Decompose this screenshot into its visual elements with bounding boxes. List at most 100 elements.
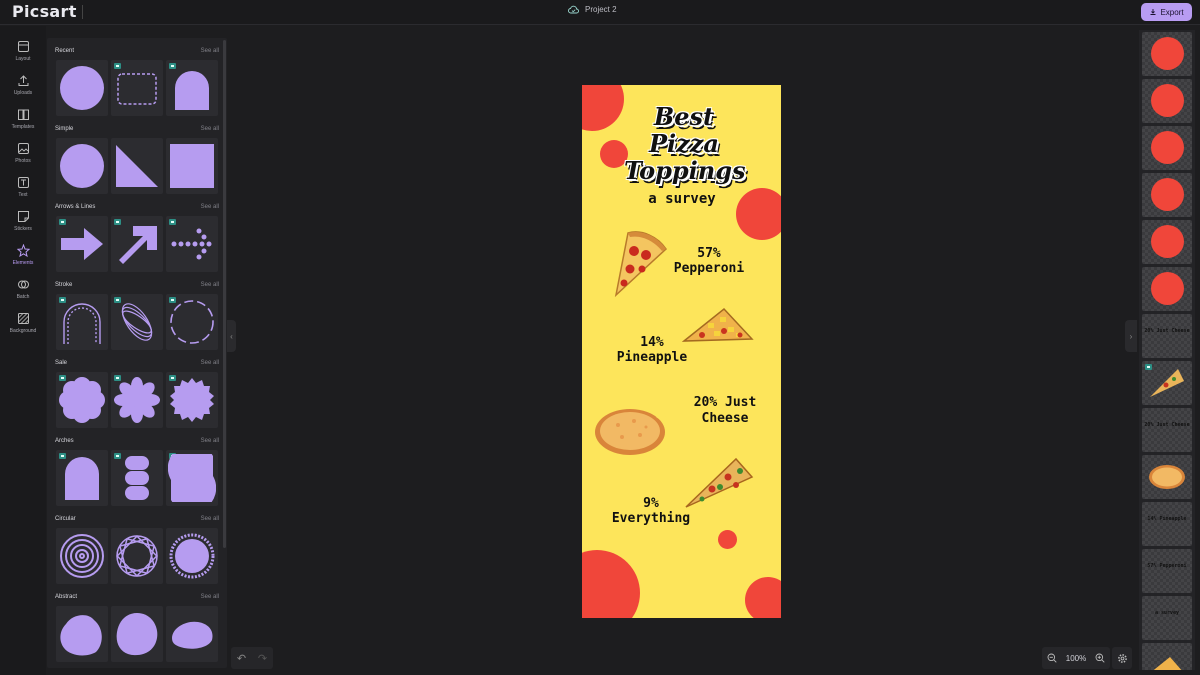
- see-all-stroke[interactable]: See all: [201, 282, 219, 288]
- element-tile-arch[interactable]: [166, 60, 218, 116]
- element-tile-stroke-ovals[interactable]: [111, 294, 163, 350]
- elements-panel: Recent See all Simple See all Arrows & L…: [47, 38, 227, 668]
- pepperoni-slice-image[interactable]: [612, 225, 670, 299]
- element-tile-flower-petals[interactable]: [111, 372, 163, 428]
- layer-thumb-text[interactable]: 57% Pepperoni: [1142, 549, 1192, 593]
- element-tile-stroke-dashed-circle[interactable]: [166, 294, 218, 350]
- stat-everything[interactable]: 9% Everything: [596, 496, 706, 526]
- element-tile-dashed-rect[interactable]: [111, 60, 163, 116]
- panel-scrollbar[interactable]: [223, 40, 226, 548]
- layer-thumb-text[interactable]: 20% Just Cheese: [1142, 408, 1192, 452]
- zoom-out-icon[interactable]: [1047, 653, 1057, 663]
- rail-item-stickers[interactable]: Stickers: [0, 208, 46, 242]
- element-tile-concentric[interactable]: [56, 528, 108, 584]
- element-tile-simple-circle[interactable]: [56, 138, 108, 194]
- red-circle[interactable]: [718, 530, 737, 549]
- redo-icon[interactable]: ↷: [258, 652, 267, 665]
- layer-thumb-circle[interactable]: [1142, 126, 1192, 170]
- rosette-shape: [116, 535, 158, 577]
- flower-petals-shape: [114, 377, 160, 423]
- stroke-ovals-shape: [121, 303, 153, 341]
- zoom-in-icon[interactable]: [1095, 653, 1106, 663]
- history-controls: ↶ ↷: [231, 647, 273, 669]
- element-tile-arrow-right[interactable]: [56, 216, 108, 272]
- rail-item-uploads[interactable]: Uploads: [0, 72, 46, 106]
- zoom-level[interactable]: 100%: [1066, 654, 1086, 663]
- export-icon: [1150, 9, 1156, 15]
- undo-icon[interactable]: ↶: [237, 652, 246, 665]
- rope-circle-shape: [169, 533, 215, 579]
- layer-thumb-image[interactable]: [1142, 455, 1192, 499]
- picsart-editor: Picsart Project 2 Export Layout Uploads …: [0, 0, 1200, 675]
- arch-shape: [175, 71, 209, 110]
- element-tile-arch-stacked[interactable]: [111, 450, 163, 506]
- stat-pineapple[interactable]: 14% Pineapple: [602, 335, 702, 365]
- layer-thumb-image[interactable]: [1142, 361, 1192, 405]
- section-title-arrows: Arrows & Lines: [55, 204, 96, 210]
- see-all-circular[interactable]: See all: [201, 516, 219, 522]
- red-circle[interactable]: [745, 577, 781, 618]
- element-tile-rope-circle[interactable]: [166, 528, 218, 584]
- layer-thumb-circle[interactable]: [1142, 220, 1192, 264]
- element-tile-rosette[interactable]: [111, 528, 163, 584]
- rail-item-photos[interactable]: Photos: [0, 140, 46, 174]
- element-tile-blob-2[interactable]: [111, 606, 163, 662]
- design-canvas[interactable]: Best Pizza Toppings a survey 57% Peppero…: [582, 85, 781, 618]
- rail-item-text[interactable]: Text: [0, 174, 46, 208]
- layer-thumb-circle[interactable]: [1142, 79, 1192, 123]
- subtitle-text[interactable]: a survey: [627, 191, 737, 207]
- layer-thumb-circle[interactable]: [1142, 267, 1192, 311]
- layer-thumb-text[interactable]: 14% Pineapple: [1142, 502, 1192, 546]
- layer-thumb-circle[interactable]: [1142, 32, 1192, 76]
- dashed-rect-shape: [117, 73, 157, 105]
- layer-thumb-text[interactable]: a survey: [1142, 596, 1192, 640]
- picsart-logo[interactable]: Picsart: [12, 2, 77, 21]
- dotted-arrow-shape: [171, 228, 212, 260]
- project-title[interactable]: Project 2: [568, 5, 617, 14]
- see-all-sale[interactable]: See all: [201, 360, 219, 366]
- rail-label: Batch: [16, 294, 30, 300]
- element-tile-badge[interactable]: [166, 372, 218, 428]
- collapse-layers-button[interactable]: ›: [1125, 320, 1137, 352]
- element-tile-stroke-arch[interactable]: [56, 294, 108, 350]
- element-tile-blob-3[interactable]: [166, 606, 218, 662]
- red-circle[interactable]: [582, 85, 624, 131]
- stat-label: Pineapple: [616, 350, 688, 365]
- element-tile-triangle[interactable]: [111, 138, 163, 194]
- layer-thumb-image[interactable]: [1142, 643, 1192, 670]
- element-tile-dotted-arrow[interactable]: [166, 216, 218, 272]
- red-circle[interactable]: [582, 550, 640, 618]
- rail-item-templates[interactable]: Templates: [0, 106, 46, 140]
- star-icon: [16, 244, 30, 257]
- layer-circle-preview: [1151, 84, 1184, 117]
- rail-item-elements[interactable]: Elements: [0, 242, 46, 276]
- cloud-saved-icon: [568, 5, 579, 14]
- rail-item-background[interactable]: Background: [0, 310, 46, 344]
- see-all-simple[interactable]: See all: [201, 126, 219, 132]
- layer-thumb-circle[interactable]: [1142, 173, 1192, 217]
- poster-title[interactable]: Best Pizza Toppings: [624, 103, 746, 184]
- element-tile-arrow-diagonal[interactable]: [111, 216, 163, 272]
- see-all-arrows[interactable]: See all: [201, 204, 219, 210]
- see-all-arches[interactable]: See all: [201, 438, 219, 444]
- element-tile-square[interactable]: [166, 138, 218, 194]
- export-button[interactable]: Export: [1141, 3, 1192, 21]
- element-tile-leaf[interactable]: [166, 450, 218, 506]
- concentric-circles-shape: [60, 534, 104, 578]
- stat-pepperoni[interactable]: 57% Pepperoni: [664, 246, 754, 276]
- element-tile-arch-tall[interactable]: [56, 450, 108, 506]
- layer-thumb-text[interactable]: 20% Just Cheese: [1142, 314, 1192, 358]
- stat-cheese[interactable]: 20% Just Cheese: [670, 395, 780, 427]
- settings-button[interactable]: [1112, 647, 1132, 669]
- see-all-abstract[interactable]: See all: [201, 594, 219, 600]
- element-tile-flower[interactable]: [56, 372, 108, 428]
- red-circle[interactable]: [736, 188, 781, 240]
- element-tile-circle[interactable]: [56, 60, 108, 116]
- see-all-recent[interactable]: See all: [201, 48, 219, 54]
- blob-shape: [172, 621, 213, 649]
- element-tile-blob-1[interactable]: [56, 606, 108, 662]
- cheese-pizza-image[interactable]: [594, 405, 668, 457]
- rail-item-batch[interactable]: Batch: [0, 276, 46, 310]
- rail-item-layout[interactable]: Layout: [0, 38, 46, 72]
- collapse-panel-button[interactable]: ‹: [227, 320, 236, 352]
